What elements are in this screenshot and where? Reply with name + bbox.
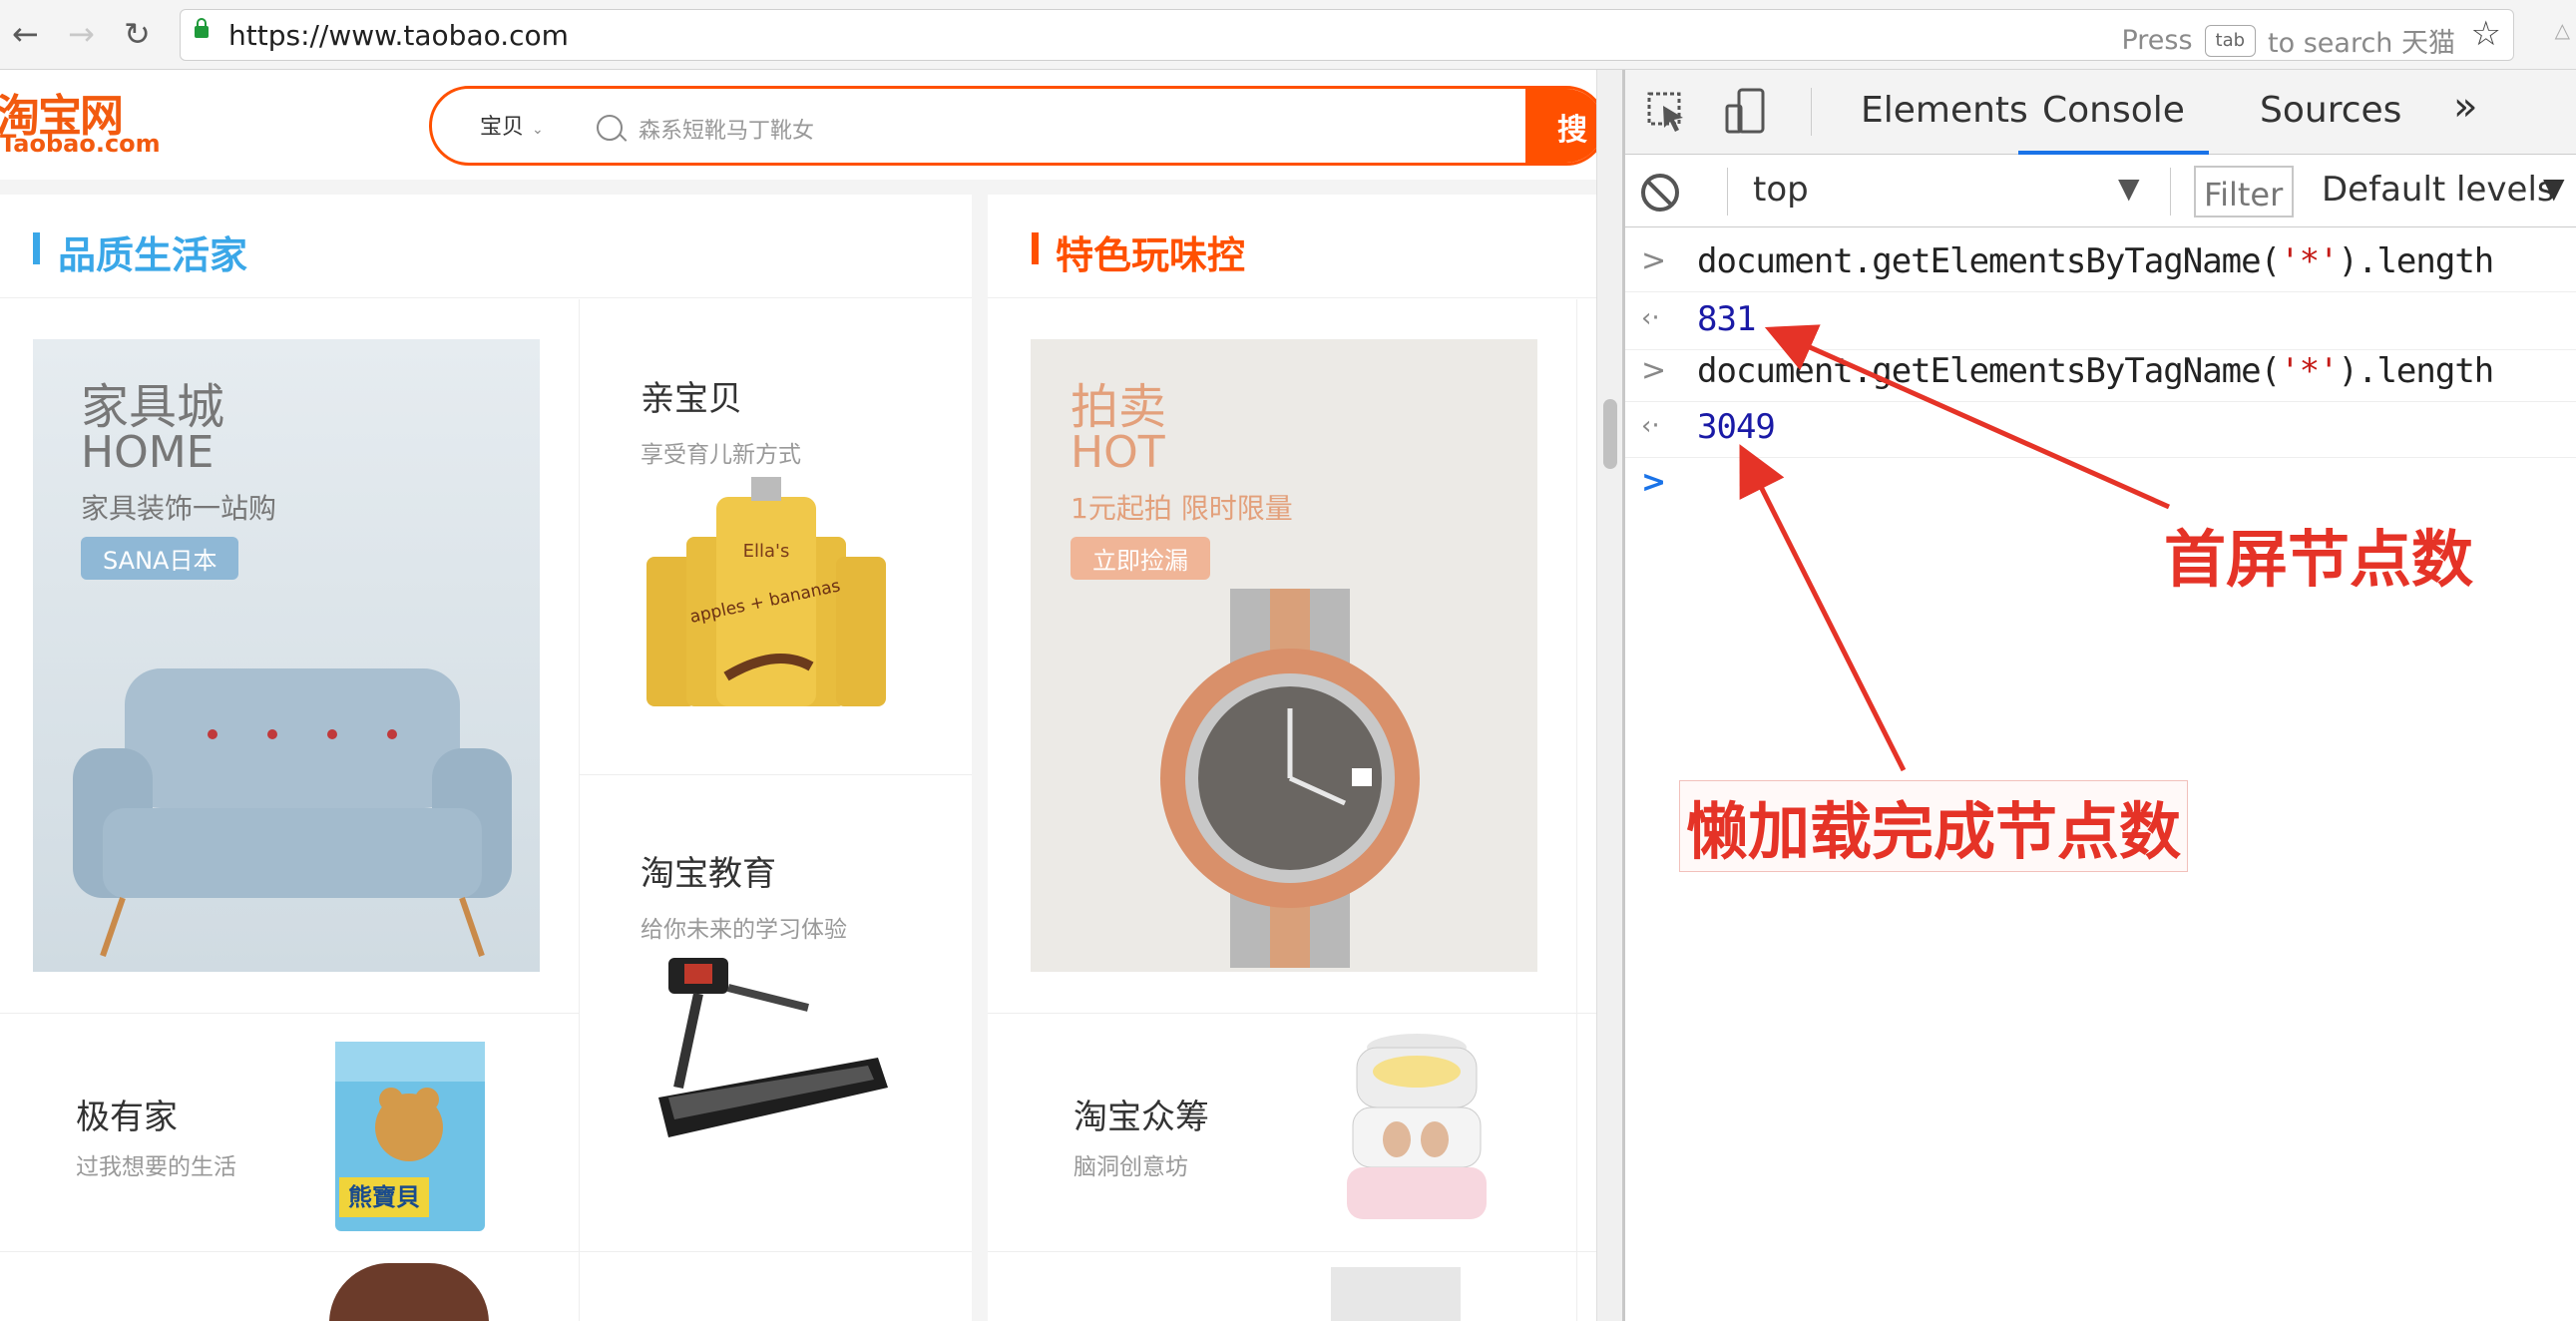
arrow-to-3049 [1739,444,1907,772]
arrow-to-831 [1764,324,2171,510]
annotation-arrows [1739,324,2171,772]
